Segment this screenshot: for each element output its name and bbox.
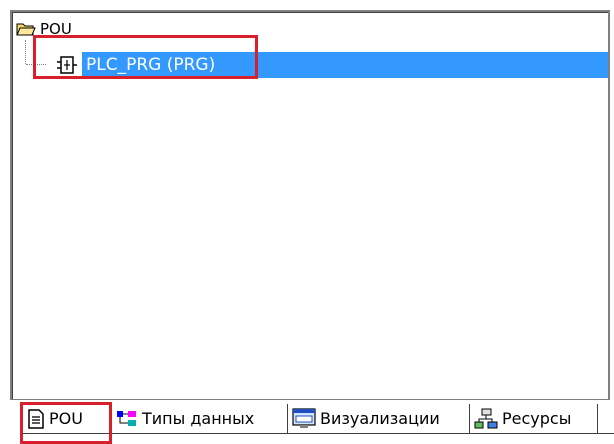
visualization-icon bbox=[292, 407, 316, 428]
tab-visualizations-label: Визуализации bbox=[320, 409, 440, 428]
pou-tree-panel[interactable]: POU PLC_PRG (PRG) bbox=[10, 10, 610, 400]
tab-data-types[interactable]: Типы данных bbox=[112, 404, 288, 434]
tabbar-baseline bbox=[598, 404, 614, 434]
resources-icon bbox=[474, 408, 498, 428]
annotation-box-tab-pou bbox=[20, 402, 112, 444]
tab-data-types-label: Типы данных bbox=[142, 409, 255, 428]
datatypes-icon bbox=[117, 410, 136, 426]
tree-connector-vertical bbox=[25, 40, 26, 64]
tab-resources[interactable]: Ресурсы bbox=[470, 404, 598, 434]
tab-visualizations[interactable]: Визуализации bbox=[288, 404, 470, 434]
tab-resources-label: Ресурсы bbox=[502, 409, 572, 428]
annotation-box-plc-prg bbox=[33, 35, 258, 79]
